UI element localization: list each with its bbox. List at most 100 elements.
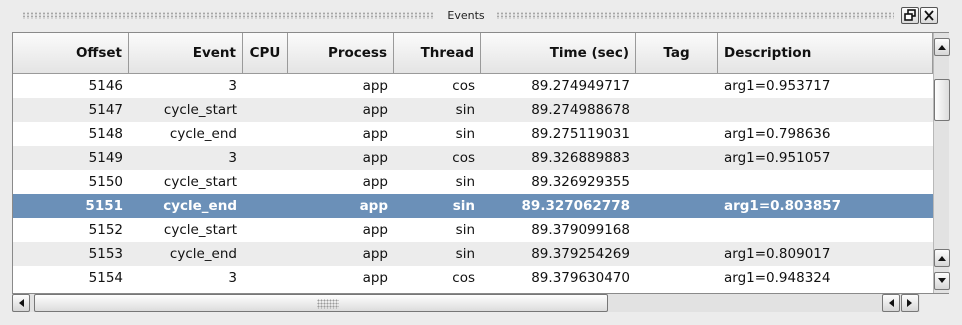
cell-event: cycle_end [169, 126, 237, 142]
cell-cpu [243, 122, 288, 146]
column-header-description[interactable]: Description [718, 33, 933, 74]
cell-offset: 5151 [85, 198, 123, 214]
column-header-event[interactable]: Event [129, 33, 243, 74]
column-header-time[interactable]: Time (sec) [481, 33, 636, 74]
cell-cpu [243, 146, 288, 170]
cell-offset: 5153 [88, 246, 123, 262]
cell-cpu [243, 266, 288, 290]
cell-cpu [243, 218, 288, 242]
cell-process: app [362, 174, 388, 190]
cell-tag [636, 194, 718, 218]
close-button[interactable] [920, 7, 938, 24]
cell-process: app [362, 126, 388, 142]
cell-time: 89.274949717 [531, 78, 630, 94]
column-header-thread[interactable]: Thread [394, 33, 481, 74]
cell-time: 89.379099168 [531, 222, 630, 238]
cell-description: arg1=0.948324 [724, 270, 831, 286]
column-header-tag[interactable]: Tag [636, 33, 718, 74]
table-row[interactable]: 5154 3 app cos 89.379630470 arg1=0.948324 [13, 266, 933, 290]
cell-tag [636, 122, 718, 146]
scroll-right-button[interactable] [901, 294, 919, 312]
cell-tag [636, 98, 718, 122]
scroll-up-button[interactable] [934, 38, 950, 56]
cell-description [718, 218, 933, 242]
titlebar-grip-left [22, 12, 434, 19]
table-row[interactable]: 5153 cycle_end app sin 89.379254269 arg1=0.80… [13, 242, 933, 266]
cell-time: 89.327062778 [521, 198, 630, 214]
arrow-left-icon [889, 299, 894, 307]
vertical-scroll-thumb[interactable] [934, 79, 950, 121]
cell-tag [636, 146, 718, 170]
titlebar-grip-right [496, 12, 894, 19]
cell-description [718, 170, 933, 194]
cell-description: arg1=0.953717 [724, 78, 831, 94]
cell-time: 89.379254269 [531, 246, 630, 262]
cell-event: cycle_end [163, 198, 237, 214]
cell-thread: sin [455, 102, 475, 118]
cell-time: 89.326929355 [531, 174, 630, 190]
table-row[interactable]: 5146 3 app cos 89.274949717 arg1=0.953717 [13, 74, 933, 98]
cell-event: cycle_start [163, 174, 237, 190]
horizontal-scroll-thumb[interactable] [34, 294, 608, 312]
scroll-up-button-lower[interactable] [934, 249, 950, 267]
cell-process: app [362, 222, 388, 238]
cell-process: app [359, 198, 388, 214]
cell-offset: 5154 [88, 270, 123, 286]
table-row[interactable]: 5152 cycle_start app sin 89.379099168 [13, 218, 933, 242]
scroll-grip-icon [317, 299, 339, 309]
cell-time: 89.326889883 [531, 150, 630, 166]
table-row-selected[interactable]: 5151 cycle_end app sin 89.327062778 arg1=0.80… [13, 194, 933, 218]
cell-process: app [362, 150, 388, 166]
cell-thread: sin [455, 126, 475, 142]
table-row[interactable]: 5147 cycle_start app sin 89.274988678 [13, 98, 933, 122]
events-table: Offset Event CPU Process Thread Time (sec) Tag… [12, 32, 950, 294]
column-header-process[interactable]: Process [288, 33, 394, 74]
cell-cpu [243, 194, 288, 218]
table-body: 5146 3 app cos 89.274949717 arg1=0.953717 5147… [13, 74, 933, 294]
cell-time: 89.379630470 [531, 270, 630, 286]
cell-tag [636, 170, 718, 194]
table-row[interactable]: 5148 cycle_end app sin 89.275119031 arg1=0.79… [13, 122, 933, 146]
table-row[interactable]: 5150 cycle_start app sin 89.326929355 [13, 170, 933, 194]
column-header-cpu[interactable]: CPU [243, 33, 288, 74]
events-panel: Events Offset Event CPU Process Thread Time (… [0, 0, 962, 325]
horizontal-scrollbar[interactable] [12, 294, 920, 312]
cell-description: arg1=0.798636 [724, 126, 831, 142]
cell-thread: sin [455, 174, 475, 190]
cell-description [718, 98, 933, 122]
cell-thread: cos [452, 150, 475, 166]
cell-thread: sin [452, 198, 475, 214]
vertical-scrollbar[interactable] [933, 33, 950, 293]
cell-tag [636, 74, 718, 98]
table-row[interactable]: 5149 3 app cos 89.326889883 arg1=0.951057 [13, 146, 933, 170]
float-window-icon [904, 9, 916, 21]
cell-tag [636, 242, 718, 266]
scroll-left-button-right[interactable] [882, 294, 900, 312]
cell-description: arg1=0.951057 [724, 150, 831, 166]
cell-process: app [362, 270, 388, 286]
cell-tag [636, 266, 718, 290]
close-icon [924, 10, 934, 21]
cell-event: 3 [228, 270, 237, 286]
cell-thread: sin [455, 222, 475, 238]
cell-cpu [243, 170, 288, 194]
cell-offset: 5150 [88, 174, 123, 190]
scroll-left-button[interactable] [12, 294, 30, 312]
cell-event: cycle_end [169, 246, 237, 262]
cell-tag [636, 218, 718, 242]
arrow-right-icon [907, 299, 912, 307]
scroll-down-button[interactable] [934, 272, 950, 290]
cell-description: arg1=0.803857 [724, 198, 842, 214]
cell-thread: sin [455, 246, 475, 262]
panel-titlebar[interactable]: Events [0, 0, 962, 32]
table-header: Offset Event CPU Process Thread Time (sec) Tag… [13, 33, 933, 74]
panel-title: Events [447, 9, 485, 22]
cell-offset: 5146 [88, 78, 123, 94]
cell-event: cycle_start [163, 222, 237, 238]
cell-cpu [243, 74, 288, 98]
arrow-left-icon [19, 299, 24, 307]
cell-process: app [362, 102, 388, 118]
float-button[interactable] [901, 7, 919, 24]
column-header-offset[interactable]: Offset [13, 33, 129, 74]
arrow-up-icon [938, 256, 946, 261]
